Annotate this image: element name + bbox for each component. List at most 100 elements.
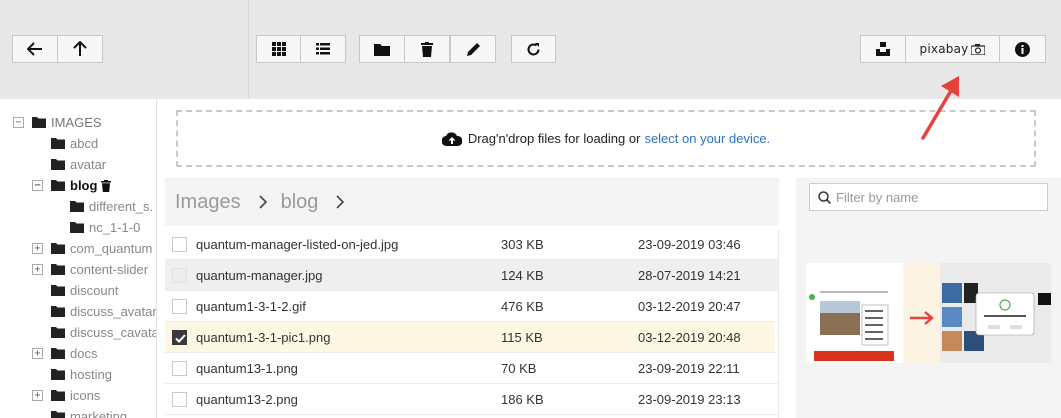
expand-toggle[interactable]: +	[32, 264, 43, 275]
chevron-right-icon	[336, 195, 345, 209]
tree-item-avatar[interactable]: avatar	[51, 154, 106, 175]
folder-icon	[32, 117, 46, 128]
folder-icon	[51, 390, 65, 401]
file-size: 124 KB	[501, 267, 544, 283]
file-row-selected[interactable]: quantum1-3-1-pic1.png 115 KB 03-12-2019 …	[165, 322, 775, 353]
new-folder-button[interactable]	[359, 35, 405, 63]
expand-toggle[interactable]: +	[32, 348, 43, 359]
unsplash-button[interactable]	[860, 35, 906, 63]
tree-item-label: discuss_cavata	[70, 325, 157, 340]
collapse-toggle[interactable]: −	[13, 117, 24, 128]
file-checkbox-checked[interactable]	[172, 329, 187, 345]
file-date: 23-09-2019 22:11	[638, 360, 740, 376]
file-row[interactable]: quantum-manager-listed-on-jed.jpg 303 KB…	[165, 229, 778, 260]
tree-item-label: marketing	[70, 409, 128, 418]
file-checkbox[interactable]	[172, 298, 187, 314]
file-date: 28-07-2019 14:21	[638, 267, 741, 283]
tree-item-discuss-cavatar[interactable]: discuss_cavata	[51, 322, 157, 343]
pencil-icon	[466, 42, 480, 56]
breadcrumb: Images blog	[165, 178, 779, 226]
folder-icon	[70, 222, 84, 233]
tree-item-abcd[interactable]: abcd	[51, 133, 98, 154]
rename-button[interactable]	[450, 35, 496, 63]
refresh-button[interactable]	[511, 35, 556, 63]
file-checkbox[interactable]	[172, 360, 187, 376]
grid-view-button[interactable]	[256, 35, 301, 63]
file-size: 303 KB	[501, 236, 544, 252]
tree-item-label: icons	[70, 388, 101, 403]
file-row[interactable]: quantum13-1.png 70 KB 23-09-2019 22:11	[165, 353, 778, 384]
file-checkbox[interactable]	[172, 267, 187, 283]
expand-toggle[interactable]: +	[32, 390, 43, 401]
tree-item-discount[interactable]: discount	[51, 280, 118, 301]
tree-item-content-slider[interactable]: + content-slider	[32, 259, 148, 280]
file-date: 03-12-2019 20:47	[638, 298, 741, 314]
tree-item-images[interactable]: − IMAGES	[13, 112, 102, 133]
tree-item-label: hosting	[70, 367, 112, 382]
file-size: 115 KB	[501, 329, 543, 345]
breadcrumb-item-blog[interactable]: blog	[281, 191, 319, 214]
upload-dropzone[interactable]: Drag'n'drop files for loading or select …	[176, 110, 1036, 167]
file-name: quantum1-3-1-2.gif	[196, 298, 306, 314]
delete-button[interactable]	[404, 35, 450, 63]
select-device-link[interactable]: select on your device.	[644, 131, 770, 146]
search-icon	[818, 190, 831, 204]
tree-item-label: content-slider	[70, 262, 149, 277]
upload-text: Drag'n'drop files for loading or	[467, 131, 641, 146]
file-date: 23-09-2019 23:13	[638, 391, 741, 407]
grid-icon	[271, 42, 286, 56]
pixabay-button[interactable]: pixabay	[905, 35, 1000, 63]
folder-icon	[51, 369, 65, 380]
tree-item-blog[interactable]: − blog	[32, 175, 112, 196]
file-name: quantum13-2.png	[196, 391, 298, 407]
info-icon	[1015, 41, 1030, 57]
folder-icon	[70, 201, 84, 212]
file-row[interactable]: quantum1-3-1-2.gif 476 KB 03-12-2019 20:…	[165, 291, 778, 322]
toolbar: pixabay	[0, 0, 1061, 99]
info-button[interactable]	[999, 35, 1046, 63]
expand-toggle[interactable]: +	[32, 243, 43, 254]
file-row[interactable]: quantum-manager.jpg 124 KB 28-07-2019 14…	[165, 260, 778, 291]
tree-item-nc[interactable]: nc_1-1-0	[70, 217, 140, 238]
breadcrumb-item-images[interactable]: Images	[175, 191, 241, 214]
trash-icon	[421, 41, 433, 57]
list-icon	[316, 43, 330, 55]
tree-item-discuss-avatar[interactable]: discuss_avatar	[51, 301, 157, 322]
file-size: 476 KB	[501, 298, 544, 314]
arrow-up-icon	[73, 41, 87, 56]
tree-item-label: com_quantum	[70, 241, 153, 256]
unsplash-icon	[876, 42, 890, 56]
folder-icon	[51, 348, 65, 359]
tree-item-label: discount	[70, 283, 119, 298]
folder-icon	[51, 180, 65, 191]
file-checkbox[interactable]	[172, 391, 187, 407]
file-name: quantum13-1.png	[196, 360, 298, 376]
filter-input[interactable]: Filter by name	[809, 183, 1048, 211]
tree-item-icons[interactable]: + icons	[32, 385, 100, 406]
file-date: 03-12-2019 20:48	[638, 329, 741, 345]
list-view-button[interactable]	[300, 35, 346, 63]
camera-icon	[971, 43, 986, 55]
file-name: quantum-manager-listed-on-jed.jpg	[196, 236, 399, 252]
trash-icon[interactable]	[101, 179, 112, 192]
folder-icon	[51, 285, 65, 296]
tree-item-com-quantum[interactable]: + com_quantum	[32, 238, 152, 259]
tree-item-hosting[interactable]: hosting	[51, 364, 112, 385]
arrow-left-icon	[27, 42, 42, 56]
back-button[interactable]	[12, 35, 58, 63]
tree-item-label: abcd	[70, 136, 99, 151]
preview-thumbnail[interactable]	[806, 263, 1051, 363]
tree-item-label: avatar	[70, 157, 107, 172]
tree-item-label: discuss_avatar	[70, 304, 157, 319]
file-row[interactable]: quantum13-2.png 186 KB 23-09-2019 23:13	[165, 384, 778, 415]
tree-item-docs[interactable]: + docs	[32, 343, 97, 364]
file-name: quantum1-3-1-pic1.png	[196, 329, 331, 345]
pixabay-logo-text: pixabay	[919, 42, 969, 56]
folder-icon	[374, 43, 390, 56]
tree-item-different[interactable]: different_s.	[70, 196, 153, 217]
file-checkbox[interactable]	[172, 236, 187, 252]
chevron-right-icon	[259, 195, 267, 209]
tree-item-marketing[interactable]: marketing	[51, 406, 127, 418]
collapse-toggle[interactable]: −	[32, 180, 43, 191]
up-button[interactable]	[57, 35, 103, 63]
